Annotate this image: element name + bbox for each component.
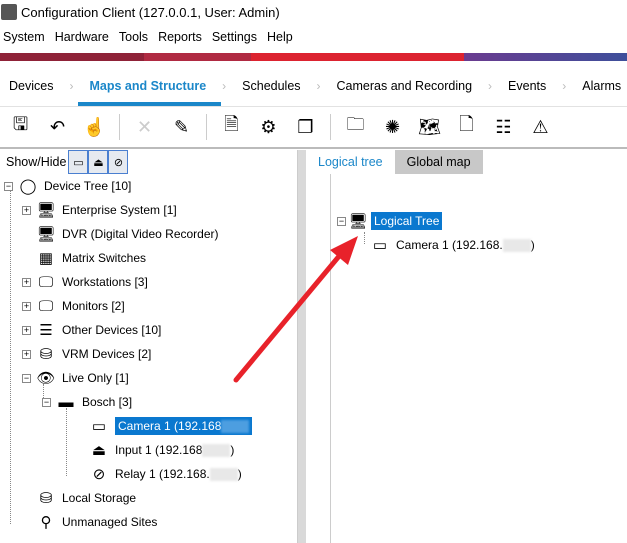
annotation-arrow — [233, 236, 358, 383]
